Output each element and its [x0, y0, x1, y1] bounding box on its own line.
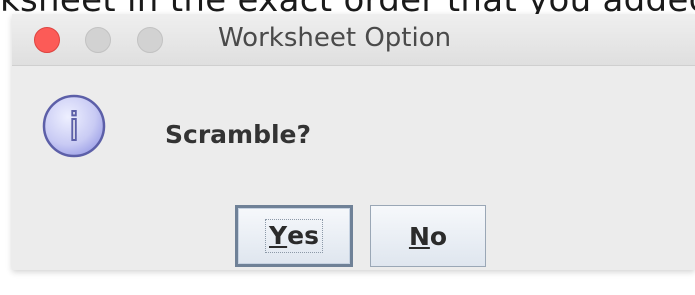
zoom-window-button[interactable] [137, 27, 163, 53]
info-icon: i [40, 92, 108, 160]
no-button[interactable]: No [370, 205, 486, 267]
title-bar: Worksheet Option [12, 14, 695, 66]
yes-mnemonic: Y [269, 221, 288, 250]
info-icon-letter: i [69, 105, 80, 149]
yes-button-label: Yes [265, 219, 323, 253]
worksheet-option-dialog: Worksheet Option i Scramble? Yes No [12, 14, 695, 270]
yes-label-rest: es [287, 221, 319, 250]
close-window-button[interactable] [34, 27, 60, 53]
minimize-window-button[interactable] [85, 27, 111, 53]
yes-button[interactable]: Yes [235, 205, 353, 267]
dialog-message: Scramble? [165, 120, 311, 149]
window-title: Worksheet Option [218, 23, 452, 53]
no-mnemonic: N [408, 221, 430, 251]
no-label-rest: o [429, 221, 448, 251]
